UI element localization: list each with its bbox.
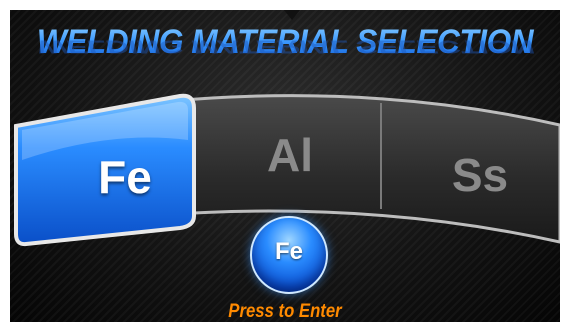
tab-ss-label: Ss — [451, 149, 509, 201]
enter-button[interactable]: Fe — [250, 216, 328, 294]
enter-button-label: Fe — [274, 238, 303, 265]
press-to-enter-caption: Press to Enter — [228, 301, 342, 322]
tab-al-label: Al — [267, 129, 313, 181]
top-notch — [284, 10, 300, 20]
welding-screen: WELDING MATERIAL SELECTION WELDING MATER… — [10, 10, 560, 322]
tab-fe-label: Fe — [98, 151, 152, 203]
